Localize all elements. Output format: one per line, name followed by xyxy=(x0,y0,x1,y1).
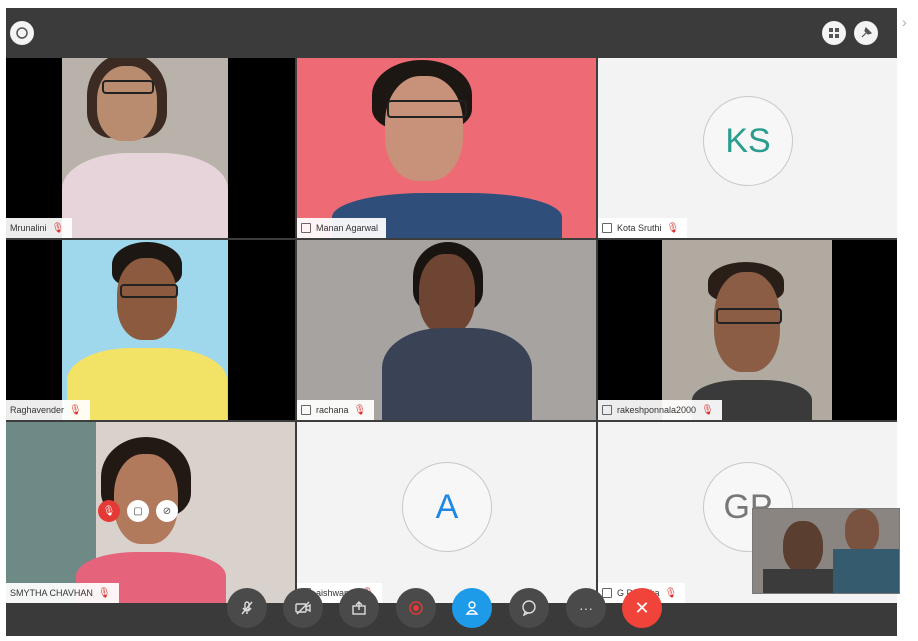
chat-button[interactable] xyxy=(509,588,549,628)
mic-muted-icon: 🎙 xyxy=(51,222,65,234)
grid-icon xyxy=(829,28,839,38)
share-icon xyxy=(352,601,366,615)
self-view[interactable] xyxy=(752,508,900,594)
share-button[interactable] xyxy=(339,588,379,628)
participant-name-bar: rakeshponnala2000 🎙 xyxy=(598,400,722,420)
end-call-button[interactable]: ✕ xyxy=(622,588,662,628)
participants-button[interactable] xyxy=(452,588,492,628)
pin-tile-button[interactable]: ▢ xyxy=(127,500,149,522)
participant-tile[interactable]: Manan Agarwal xyxy=(297,58,596,238)
video-feed xyxy=(62,240,228,420)
mic-icon xyxy=(241,601,253,615)
mic-button[interactable] xyxy=(227,588,267,628)
self-view-person xyxy=(783,521,823,573)
screen-icon xyxy=(602,405,612,415)
mic-muted-icon: 🎙 xyxy=(353,404,367,416)
participant-name-bar: Kota Sruthi 🎙 xyxy=(598,218,688,238)
screen-icon xyxy=(301,405,311,415)
layout-button[interactable] xyxy=(822,21,846,45)
tile-controls: 🎙 ▢ ⊘ xyxy=(98,500,178,522)
self-view-body xyxy=(763,569,833,593)
participant-tile[interactable]: Raghavender 🎙 xyxy=(6,240,295,420)
participant-name-bar: Manan Agarwal xyxy=(297,218,387,238)
circle-icon xyxy=(16,27,28,39)
chevron-right-icon: › xyxy=(902,14,907,30)
mic-muted-icon: 🎙 xyxy=(69,404,82,416)
video-feed xyxy=(297,240,596,420)
participant-name: Mrunalini xyxy=(10,223,47,233)
participant-name-bar: rachana 🎙 xyxy=(297,400,375,420)
end-call-icon: ✕ xyxy=(634,597,650,618)
mic-muted-icon: 🎙 xyxy=(666,222,680,234)
screen-icon xyxy=(602,588,612,598)
more-icon: ··· xyxy=(579,600,593,616)
remove-tile-button[interactable]: ⊘ xyxy=(156,500,178,522)
participant-tile[interactable]: KS Kota Sruthi 🎙 xyxy=(598,58,897,238)
participant-name-bar: Mrunalini 🎙 xyxy=(6,218,73,238)
participant-name-bar: Raghavender 🎙 xyxy=(6,400,90,420)
participant-tile[interactable]: rakeshponnala2000 🎙 xyxy=(598,240,897,420)
participant-tile[interactable]: Mrunalini 🎙 xyxy=(6,58,295,238)
participant-name: rakeshponnala2000 xyxy=(617,405,697,415)
mic-muted-button[interactable]: 🎙 xyxy=(98,500,120,522)
participants-icon xyxy=(465,601,479,615)
record-icon xyxy=(409,601,423,615)
participant-name-bar: SMYTHA CHAVHAN 🎙 xyxy=(6,583,119,603)
chat-icon xyxy=(522,600,536,616)
more-button[interactable]: ··· xyxy=(566,588,606,628)
participant-name: SMYTHA CHAVHAN xyxy=(10,588,93,598)
participant-tile[interactable]: rachana 🎙 xyxy=(297,240,596,420)
mic-muted-icon: 🎙 xyxy=(701,404,714,416)
video-feed xyxy=(297,58,596,238)
pin-icon xyxy=(861,26,873,38)
participant-name: Kota Sruthi xyxy=(617,223,662,233)
video-feed xyxy=(662,240,832,420)
screen-icon xyxy=(301,223,311,233)
participant-avatar: KS xyxy=(703,96,793,186)
mic-muted-icon: 🎙 xyxy=(664,587,678,599)
participant-name: rachana xyxy=(316,405,349,415)
top-bar xyxy=(6,8,897,58)
pin-button[interactable] xyxy=(854,21,878,45)
video-feed xyxy=(62,58,228,238)
self-view-person xyxy=(845,509,879,553)
participant-tile[interactable]: A aishwarya 🎙 xyxy=(297,422,596,603)
video-icon xyxy=(295,601,311,615)
video-button[interactable] xyxy=(283,588,323,628)
self-view-body xyxy=(833,549,899,593)
info-button[interactable] xyxy=(10,21,34,45)
participant-tile[interactable]: 🎙 ▢ ⊘ SMYTHA CHAVHAN 🎙 xyxy=(6,422,295,603)
mic-muted-icon: 🎙 xyxy=(97,587,111,599)
record-button[interactable] xyxy=(396,588,436,628)
participant-avatar: A xyxy=(402,462,492,552)
participant-name: Raghavender xyxy=(10,405,65,415)
screen-icon xyxy=(602,223,612,233)
participant-name: Manan Agarwal xyxy=(316,223,379,233)
